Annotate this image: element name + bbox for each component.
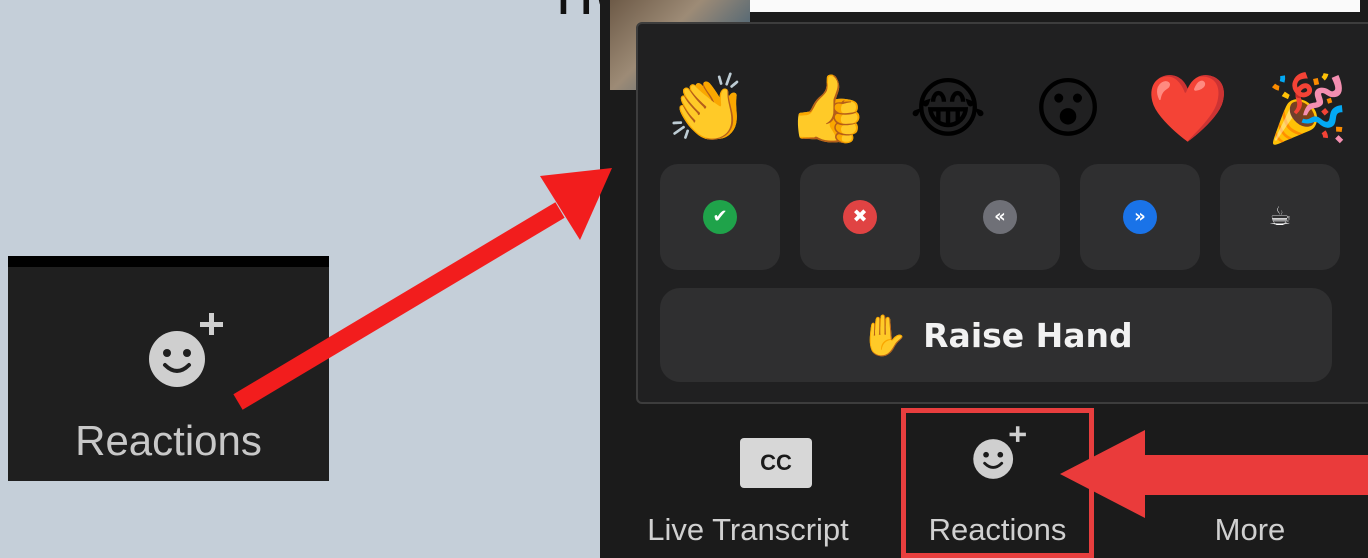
left-pointing-arrow (1060, 430, 1368, 518)
diagonal-arrow (233, 168, 612, 410)
annotation-arrows (233, 168, 1368, 518)
